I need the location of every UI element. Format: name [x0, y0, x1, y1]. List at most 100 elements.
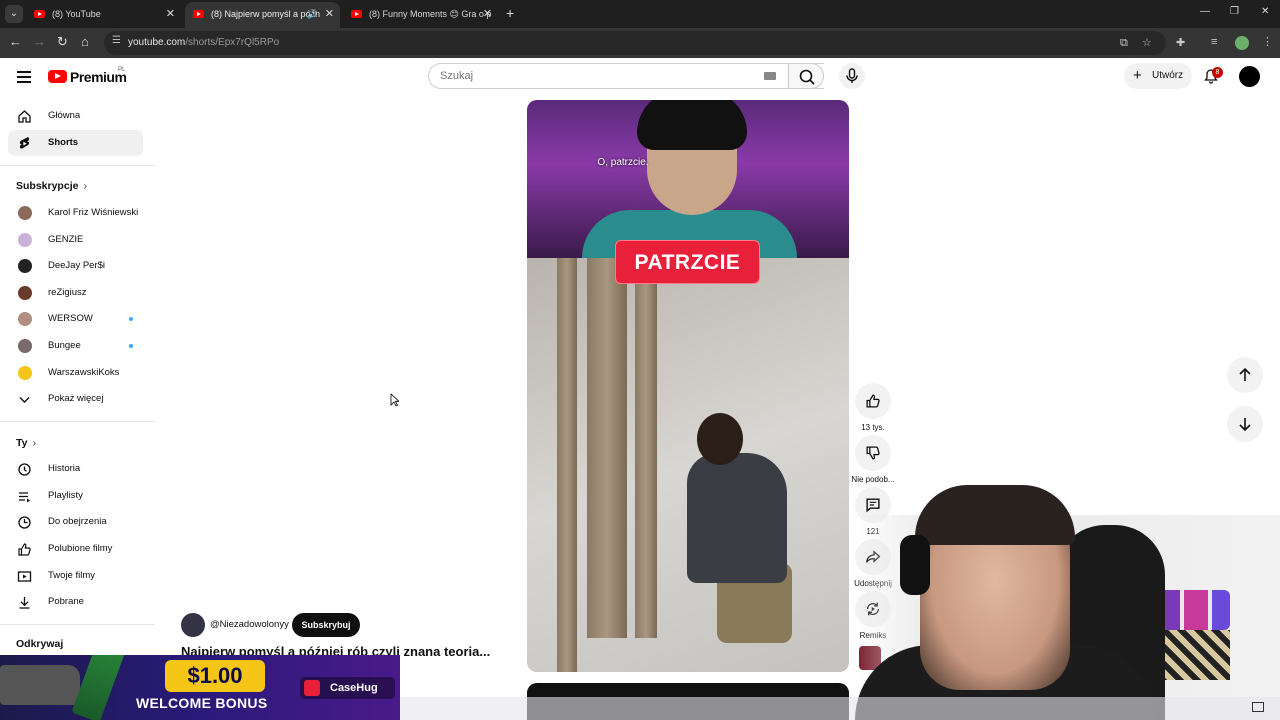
minimize-icon[interactable]: —: [1200, 6, 1210, 17]
previous-short-button[interactable]: [1227, 357, 1263, 393]
sidebar-subscription[interactable]: Karol Friz Wiśniewski: [8, 200, 143, 226]
channel-handle[interactable]: @Niezadowolonyy: [210, 619, 289, 630]
browser-toolbar: ← → ↻ ⌂ ☰ youtube.com/shorts/Epx7rQl5RPo…: [0, 28, 1280, 58]
account-avatar[interactable]: [1239, 66, 1260, 87]
ad-banner[interactable]: $1.00 WELCOME BONUS CaseHug: [0, 655, 400, 720]
dislike-button[interactable]: [855, 435, 891, 471]
shorts-video-player[interactable]: O, patrzcie. PATRZCIE: [527, 100, 849, 672]
browser-tab[interactable]: (8) Funny Moments 😊 Gra o p ✕: [343, 2, 498, 28]
notification-center-icon[interactable]: [1252, 702, 1264, 712]
download-icon: [19, 597, 30, 609]
new-tab-icon[interactable]: +: [506, 5, 514, 21]
sidebar-subscription[interactable]: Bungee: [8, 333, 143, 359]
sidebar-item-liked[interactable]: Polubione filmy: [8, 536, 143, 562]
tab-close-icon[interactable]: ✕: [166, 2, 175, 26]
sidebar-item-label: Polubione filmy: [48, 543, 113, 554]
channel-name: DeeJay Per$i: [48, 260, 106, 271]
reload-icon[interactable]: ↻: [57, 34, 68, 50]
sidebar-subscription[interactable]: WERSOW: [8, 306, 143, 332]
watch-later-icon: [18, 516, 31, 529]
pistol-graphic: [0, 665, 80, 705]
dislike-action[interactable]: Nie podob...: [851, 435, 895, 484]
plus-icon: +: [1133, 67, 1142, 84]
restore-icon[interactable]: ❐: [1230, 6, 1239, 17]
media-controls-icon[interactable]: ≡: [1211, 36, 1217, 48]
video-scene: [527, 258, 849, 672]
channel-name: Bungee: [48, 340, 81, 351]
like-count: 13 tys.: [861, 423, 885, 432]
worker-figure: [677, 413, 797, 643]
chevron-right-icon: ›: [83, 180, 87, 192]
tab-close-icon[interactable]: ✕: [325, 2, 334, 26]
sidebar-subscription[interactable]: reZigiusz: [8, 280, 143, 306]
audio-playing-icon[interactable]: 🔊: [307, 2, 318, 26]
thumbs-down-icon: [866, 446, 880, 460]
url-host: youtube.com: [128, 37, 186, 48]
your-videos-icon: [17, 571, 32, 582]
new-content-dot: [129, 344, 133, 348]
sidebar-item-downloads[interactable]: Pobrane: [8, 589, 143, 615]
history-icon: [18, 463, 31, 476]
you-heading[interactable]: Ty ›: [16, 437, 36, 449]
ad-brand: CaseHug: [300, 677, 395, 699]
browser-tab-active[interactable]: (8) Najpierw pomyśl a późn 🔊 ✕: [185, 2, 340, 28]
dislike-label: Nie podob...: [851, 475, 895, 484]
show-more-label: Pokaż więcej: [48, 393, 104, 404]
menu-icon[interactable]: [17, 71, 31, 83]
cap: [637, 100, 747, 150]
sidebar-item-label: Twoje filmy: [48, 570, 95, 581]
home-button-icon[interactable]: ⌂: [81, 34, 89, 49]
sidebar-subscription[interactable]: DeeJay Per$i: [8, 253, 143, 279]
headset: [900, 535, 930, 595]
like-action[interactable]: 13 tys.: [855, 383, 891, 432]
sidebar-divider: [0, 165, 155, 166]
sidebar-item-playlists[interactable]: Playlisty: [8, 483, 143, 509]
site-info-icon[interactable]: ☰: [112, 35, 121, 46]
back-icon[interactable]: ←: [9, 34, 22, 49]
sidebar-subscription[interactable]: GENZIE: [8, 227, 143, 253]
sidebar-item-history[interactable]: Historia: [8, 456, 143, 482]
sidebar-item-your-videos[interactable]: Twoje filmy: [8, 563, 143, 589]
plank: [557, 258, 577, 672]
plank: [587, 258, 627, 638]
like-button[interactable]: [855, 383, 891, 419]
sidebar-item-home[interactable]: Główna: [8, 103, 143, 129]
create-button[interactable]: + Utwórz: [1124, 63, 1192, 89]
mouse-cursor-icon: [390, 393, 399, 407]
explore-heading: Odkrywaj: [16, 638, 63, 650]
youtube-favicon-icon: [351, 10, 362, 18]
search-placeholder: Szukaj: [440, 70, 474, 82]
sidebar-item-shorts[interactable]: Shorts: [8, 130, 143, 156]
subscribe-button[interactable]: Subskrybuj: [292, 613, 360, 637]
install-app-icon[interactable]: ⧉: [1120, 37, 1128, 50]
profile-avatar[interactable]: [1235, 36, 1249, 50]
sidebar-item-watch-later[interactable]: Do obejrzenia: [8, 509, 143, 535]
search-button[interactable]: [788, 63, 824, 89]
youtube-play-icon: [48, 70, 67, 83]
tab-close-icon[interactable]: ✕: [483, 2, 492, 26]
keyboard-icon[interactable]: [764, 72, 776, 80]
home-icon: [18, 110, 31, 123]
chevron-right-icon: ›: [32, 437, 36, 449]
forward-icon[interactable]: →: [33, 34, 46, 49]
channel-avatar[interactable]: [181, 613, 205, 637]
bookmark-star-icon[interactable]: ☆: [1142, 36, 1152, 49]
voice-search-button[interactable]: [839, 63, 865, 89]
chrome-menu-icon[interactable]: ⋮: [1262, 35, 1273, 48]
browser-tab[interactable]: (8) YouTube ✕: [26, 2, 181, 28]
tab-search-button[interactable]: ⌄: [5, 5, 23, 23]
subscriptions-heading[interactable]: Subskrypcje ›: [16, 180, 87, 192]
hair: [915, 485, 1075, 545]
channel-avatar: [18, 259, 32, 273]
country-code: PL: [118, 67, 126, 73]
channel-avatar: [18, 233, 32, 247]
address-bar[interactable]: ☰ youtube.com/shorts/Epx7rQl5RPo ⧉ ☆: [104, 31, 1166, 55]
search-input[interactable]: Szukaj: [428, 63, 824, 89]
sidebar-item-label: Główna: [48, 110, 81, 121]
next-short-button[interactable]: [1227, 406, 1263, 442]
show-more-button[interactable]: Pokaż więcej: [8, 386, 143, 412]
sidebar-subscription[interactable]: WarszawskiKoks: [8, 360, 143, 386]
extensions-icon[interactable]: ✚: [1176, 36, 1185, 49]
streamer-webcam-overlay: [855, 485, 1280, 720]
close-window-icon[interactable]: ✕: [1261, 6, 1269, 17]
